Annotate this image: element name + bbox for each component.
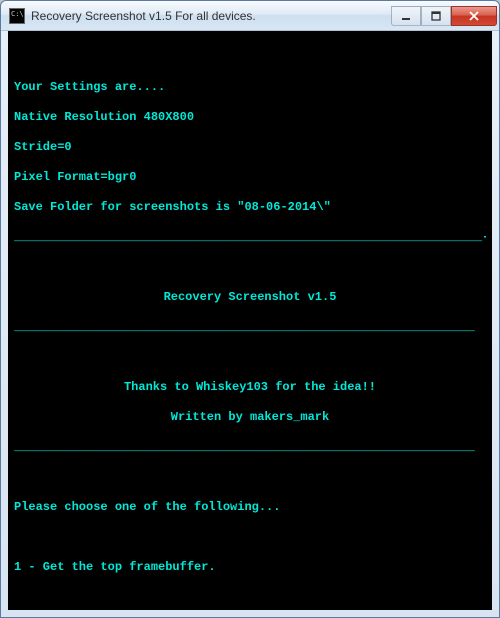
divider-mid1: ________________________________________… bbox=[14, 320, 486, 335]
settings-resolution: Native Resolution 480X800 bbox=[14, 110, 486, 125]
blank-line bbox=[14, 470, 486, 485]
divider-mid2: ________________________________________… bbox=[14, 440, 486, 455]
blank-line bbox=[14, 350, 486, 365]
blank-line bbox=[14, 260, 486, 275]
settings-save-folder: Save Folder for screenshots is "08-06-20… bbox=[14, 200, 486, 215]
close-button[interactable] bbox=[451, 6, 497, 26]
app-window: Recovery Screenshot v1.5 For all devices… bbox=[0, 0, 500, 618]
blank-line bbox=[14, 50, 486, 65]
banner-credit1: Thanks to Whiskey103 for the idea!! bbox=[14, 380, 486, 395]
settings-header: Your Settings are.... bbox=[14, 80, 486, 95]
menu-item-1: 1 - Get the top framebuffer. bbox=[14, 560, 486, 575]
settings-stride: Stride=0 bbox=[14, 140, 486, 155]
blank-line bbox=[14, 530, 486, 545]
minimize-icon bbox=[401, 11, 411, 21]
blank-line bbox=[14, 590, 486, 605]
maximize-icon bbox=[431, 11, 441, 21]
window-controls bbox=[391, 6, 497, 26]
maximize-button[interactable] bbox=[421, 6, 451, 26]
settings-pixel-format: Pixel Format=bgr0 bbox=[14, 170, 486, 185]
minimize-button[interactable] bbox=[391, 6, 421, 26]
close-icon bbox=[468, 11, 480, 21]
window-title: Recovery Screenshot v1.5 For all devices… bbox=[31, 9, 391, 23]
cmd-icon bbox=[9, 8, 25, 24]
titlebar[interactable]: Recovery Screenshot v1.5 For all devices… bbox=[1, 1, 499, 31]
console-area: Your Settings are.... Native Resolution … bbox=[8, 31, 492, 610]
banner-credit2: Written by makers_mark bbox=[14, 410, 486, 425]
divider-top: ________________________________________… bbox=[14, 230, 486, 245]
menu-prompt: Please choose one of the following... bbox=[14, 500, 486, 515]
banner-title: Recovery Screenshot v1.5 bbox=[14, 290, 486, 305]
